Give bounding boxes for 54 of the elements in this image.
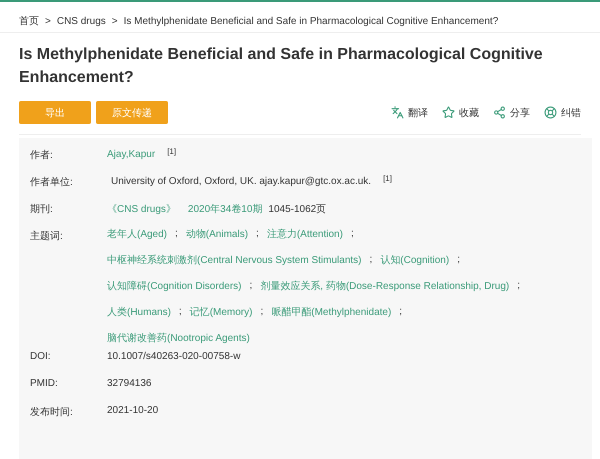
breadcrumb-link[interactable]: CNS drugs [56,16,106,26]
breadcrumb-link[interactable]: Is Methylphenidate Beneficial and Safe in Pharmacological Cognitive Enhancement? [124,16,498,26]
field-label: 期刊: [30,202,54,216]
field-label: PMID: [30,378,59,389]
term-separator: ; [370,254,372,265]
subject-term-link[interactable]: 剂量效应关系, 药物(Dose-Response Relationship, Drug) [260,278,510,292]
full-text-button[interactable]: 原文传递 [96,101,168,124]
action-link[interactable]: 收藏 [442,106,479,120]
term-separator: ; [517,280,520,291]
breadcrumb-link[interactable]: 首页 [19,14,39,28]
subject-term-link[interactable]: 中枢神经系统刺激剂(Central Nervous System Stimulants) [107,252,362,266]
subject-term-link[interactable]: 哌醋甲酯(Methylphenidate) [271,304,392,318]
subject-term-link[interactable]: 脑代谢改善药(Nootropic Agents) [107,330,250,344]
breadcrumb-separator: > [112,16,118,26]
subject-term-link[interactable]: 注意力(Attention) [266,226,343,240]
field-label: 作者单位: [30,176,74,189]
action-link[interactable]: 分享 [493,106,530,120]
subject-term-link[interactable]: 人类(Humans) [107,304,171,318]
term-separator: ; [249,280,252,291]
field-label: 发布时间: [30,406,74,419]
author-link[interactable]: Ajay,Kapur [107,149,156,160]
subject-term-link[interactable]: 认知障碍(Cognition Disorders) [107,278,242,292]
star-icon [442,106,455,119]
field-value: 10.1007/s40263-020-00758-w [107,351,240,362]
page-range: 1045-1062页 [268,202,326,216]
footnote-ref: [1] [167,147,176,156]
term-separator: ; [399,306,402,317]
field-value: 2021-10-20 [107,405,158,416]
footnote-ref: [1] [383,174,392,183]
affiliation-text: University of Oxford, Oxford, UK. ajay.kapur@gtc.ox.ac.uk. [111,176,372,187]
action-link[interactable]: 纠错 [544,106,581,120]
subject-term-link[interactable]: 记忆(Memory) [190,304,252,318]
term-separator: ; [175,228,178,239]
term-separator: ; [350,228,354,239]
journal-link[interactable]: 《CNS drugs》 [107,202,176,216]
field-label: 作者: [30,148,54,162]
term-separator: ; [260,306,264,317]
share-icon [493,106,506,119]
subject-term-link[interactable]: 动物(Animals) [186,226,248,240]
term-separator: ; [178,306,182,317]
field-label: DOI: [30,351,52,362]
subject-term-link[interactable]: 老年人(Aged) [107,226,168,240]
breadcrumb-separator: > [45,16,51,26]
subject-term-link[interactable]: 认知(Cognition) [380,252,450,266]
field-value: 32794136 [107,378,152,389]
translate-icon [391,106,404,119]
term-separator: ; [457,254,460,265]
action-link[interactable]: 翻译 [391,106,428,120]
issue-link[interactable]: 2020年34卷10期 [188,202,262,216]
field-label: 主题词: [30,230,64,243]
export-button[interactable]: 导出 [19,101,91,124]
article-title: Is Methylphenidate Beneficial and Safe in Pharmacological Cognitive Enhancement? [19,45,544,88]
lifebuoy-icon [544,106,557,119]
term-separator: ; [256,228,259,239]
